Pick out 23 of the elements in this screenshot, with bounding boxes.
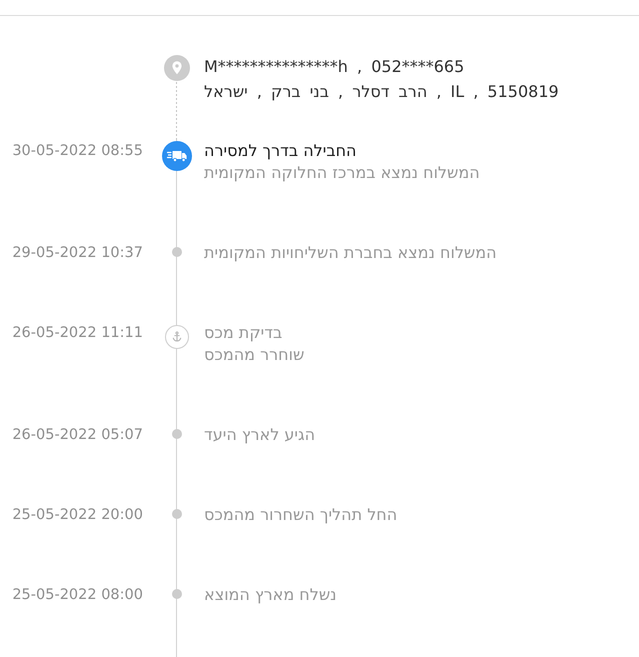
event-time: 25-05-2022 20:00 xyxy=(12,507,143,523)
event-detail: המשלוח נמצא במרכז החלוקה המקומית xyxy=(204,162,480,184)
recipient-address: הרב דסלר , בני ברק , ישראל , IL , 5150819 xyxy=(204,81,559,103)
event-title: הגיע לארץ היעד xyxy=(204,424,316,446)
event-detail: שוחרר מהמכס xyxy=(204,344,304,366)
timeline-dot-icon xyxy=(172,429,182,439)
event-title: החל תהליך השחרור מהמכס xyxy=(204,504,398,526)
anchor-icon xyxy=(165,325,189,349)
location-pin-icon xyxy=(164,55,190,81)
event-time: 30-05-2022 08:55 xyxy=(12,143,143,159)
recipient-contact: M***************h , 052****665 xyxy=(204,56,464,78)
event-time: 26-05-2022 05:07 xyxy=(12,427,143,443)
event-title: החבילה בדרך למסירה xyxy=(204,140,356,162)
timeline-dot-icon xyxy=(172,509,182,519)
event-title: בדיקת מכס xyxy=(204,322,282,344)
event-title: המשלוח נמצא בחברת השליחויות המקומית xyxy=(204,242,497,264)
event-time: 29-05-2022 10:37 xyxy=(12,245,143,261)
truck-icon xyxy=(162,141,192,171)
timeline-dot-icon xyxy=(172,589,182,599)
event-time: 26-05-2022 11:11 xyxy=(12,325,143,341)
timeline-dot-icon xyxy=(172,247,182,257)
event-title: נשלח מארץ המוצא xyxy=(204,584,337,606)
event-time: 25-05-2022 08:00 xyxy=(12,587,143,603)
